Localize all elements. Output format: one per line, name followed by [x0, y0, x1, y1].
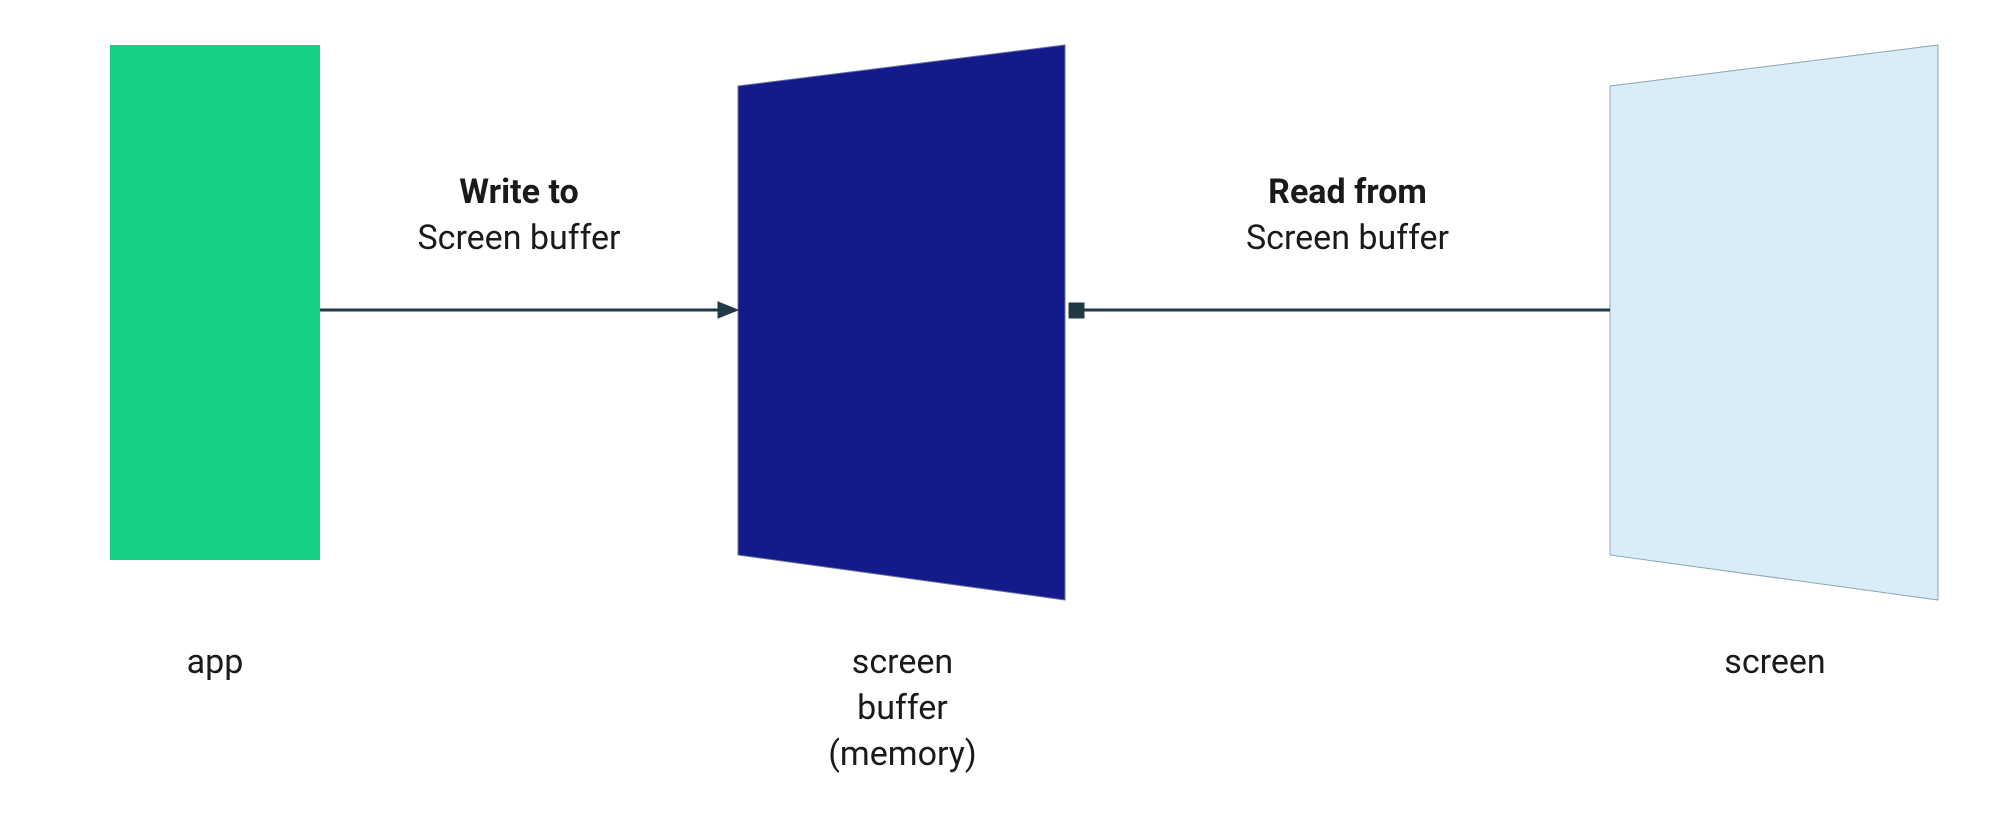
- buffer-label-line2: buffer: [857, 688, 948, 728]
- buffer-label-line1: screen: [852, 642, 953, 682]
- app-label: app: [60, 640, 370, 686]
- arrow-write-plain: Screen buffer: [417, 218, 620, 258]
- arrow-read-plain: Screen buffer: [1246, 218, 1449, 258]
- screen-shape: [1610, 45, 1938, 600]
- arrow-write-label: Write to Screen buffer: [320, 170, 718, 262]
- screen-buffer-label: screen buffer (memory): [740, 640, 1065, 778]
- arrow-write-bold: Write to: [459, 172, 578, 212]
- screen-buffer-shape: [738, 45, 1065, 600]
- screen-label: screen: [1610, 640, 1940, 686]
- arrow-write: [320, 302, 738, 318]
- arrow-read-label: Read from Screen buffer: [1085, 170, 1610, 262]
- arrow-read-bold: Read from: [1268, 172, 1427, 212]
- buffer-label-line3: (memory): [828, 734, 976, 774]
- app-shape: [110, 45, 320, 560]
- arrow-read: [1069, 303, 1610, 318]
- diagram-canvas: Write to Screen buffer Read from Screen …: [0, 0, 1999, 816]
